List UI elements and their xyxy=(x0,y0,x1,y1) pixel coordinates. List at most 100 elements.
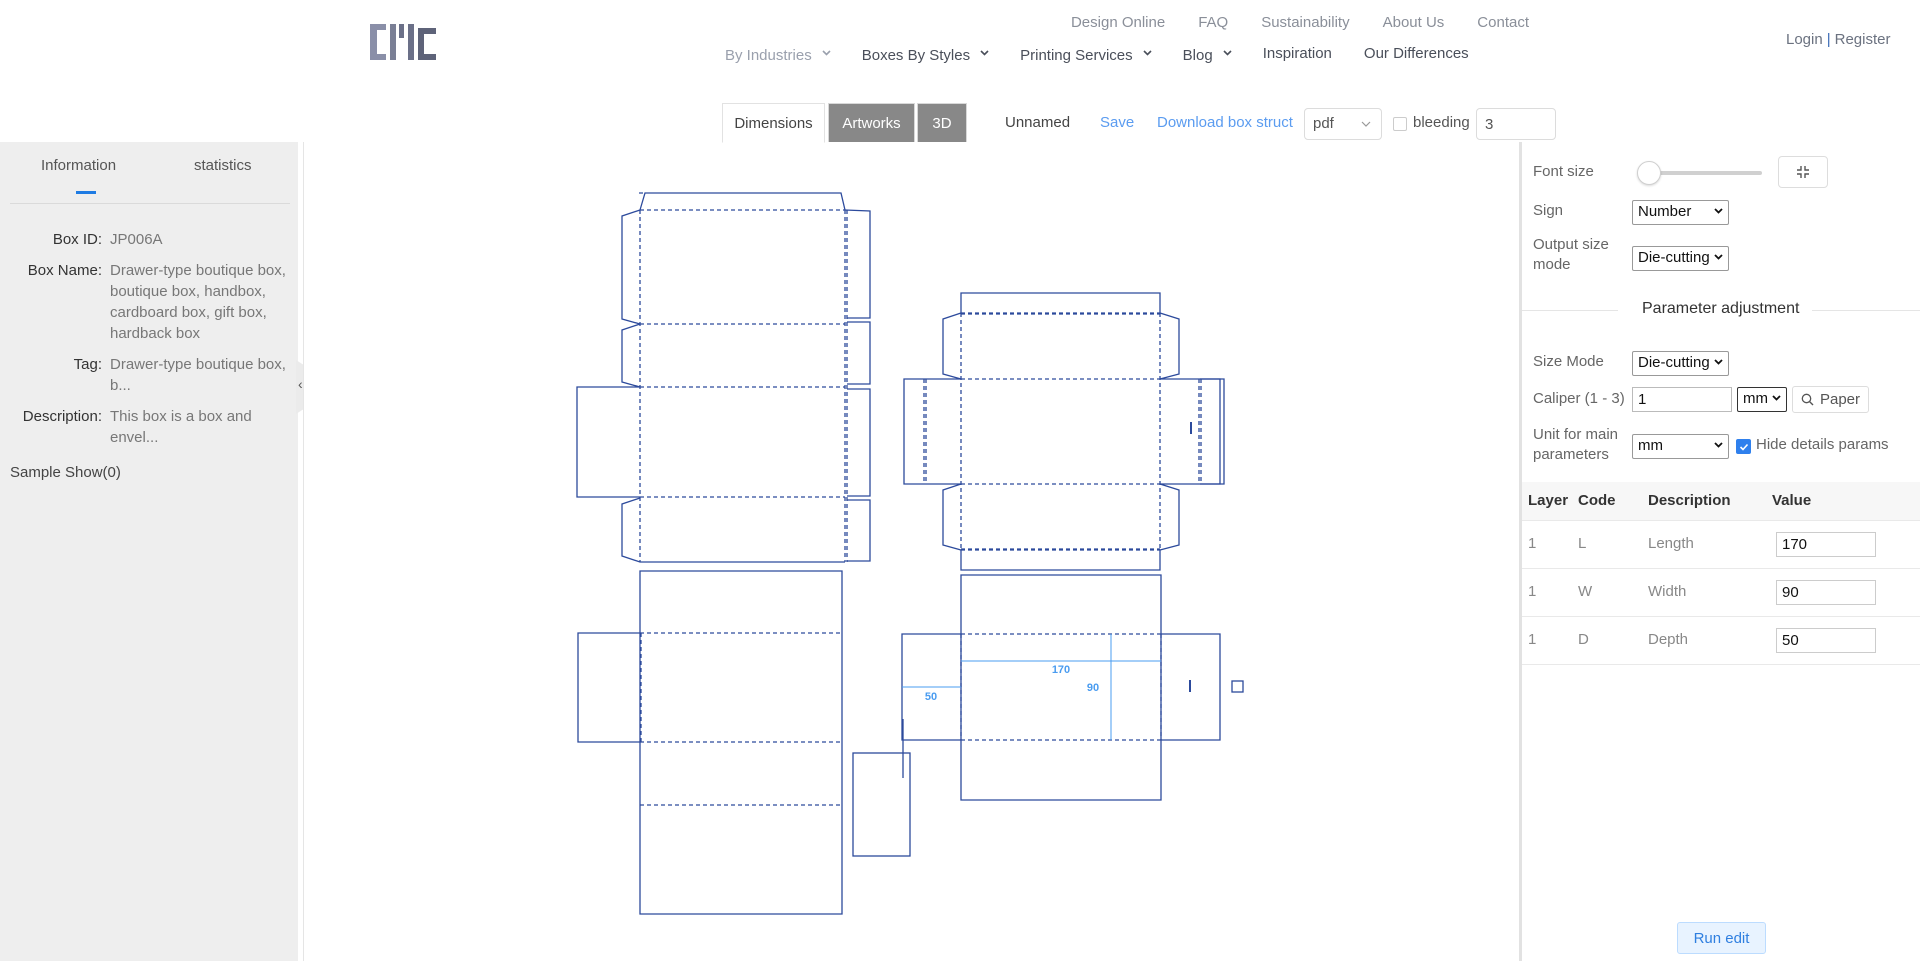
nav-by-industries[interactable]: By Industries xyxy=(725,47,831,64)
dieline-cover xyxy=(577,570,843,915)
nav-about-us[interactable]: About Us xyxy=(1383,14,1445,31)
run-edit-button[interactable]: Run edit xyxy=(1677,922,1766,954)
cell-description: Length xyxy=(1648,535,1694,552)
cell-code: L xyxy=(1578,535,1587,552)
cut-line xyxy=(960,292,1161,313)
cut-line xyxy=(942,483,962,551)
sample-show-link[interactable]: Sample Show(0) xyxy=(10,464,121,481)
paper-button-label: Paper xyxy=(1819,391,1861,408)
table-row: 1 W Width xyxy=(1522,569,1920,617)
chevron-down-icon xyxy=(822,49,831,58)
download-box-struct-link[interactable]: Download box struct xyxy=(1157,114,1293,131)
nav-boxes-by-styles[interactable]: Boxes By Styles xyxy=(861,47,989,64)
dim-label-length: 170 xyxy=(1052,664,1070,676)
cut-line xyxy=(847,499,871,562)
tab-statistics[interactable]: statistics xyxy=(194,157,252,174)
size-mode-value: Die-cutting xyxy=(1638,354,1710,371)
sign-select-value: Number xyxy=(1638,203,1692,220)
cut-line xyxy=(903,378,961,485)
tab-information[interactable]: Information xyxy=(41,157,116,174)
field-value: Drawer-type boutique box, boutique box, … xyxy=(110,262,286,342)
fold-lines xyxy=(960,633,1162,741)
sign-select[interactable]: Number xyxy=(1632,200,1729,225)
chevron-down-icon xyxy=(1714,254,1723,260)
chevron-down-icon xyxy=(1223,49,1232,58)
parameter-adjustment-header: Parameter adjustment xyxy=(1522,297,1920,323)
col-value: Value xyxy=(1772,492,1812,509)
field-label: Tag: xyxy=(73,356,102,373)
format-select-value: pdf xyxy=(1313,115,1334,132)
hide-details-checkbox[interactable] xyxy=(1736,439,1751,454)
caliper-input[interactable] xyxy=(1632,387,1732,412)
field-label: Description: xyxy=(22,408,102,425)
unit-main-params-select[interactable]: mm xyxy=(1632,434,1729,459)
project-name[interactable]: Unnamed xyxy=(1005,114,1070,131)
nav-contact[interactable]: Contact xyxy=(1477,14,1529,31)
format-select[interactable]: pdf xyxy=(1304,108,1382,140)
nav-blog[interactable]: Blog xyxy=(1182,47,1232,64)
nav-sustainability[interactable]: Sustainability xyxy=(1261,14,1349,31)
cell-description: Depth xyxy=(1648,631,1689,648)
caliper-unit-value: mm xyxy=(1743,390,1768,407)
caliper-unit-select[interactable]: mm xyxy=(1737,387,1787,412)
divider xyxy=(1812,310,1920,311)
editor-toolbar: Dimensions Artworks 3D Unnamed Save Down… xyxy=(0,103,1920,143)
caliper-label: Caliper (1 - 3) xyxy=(1533,390,1625,407)
nav-printing-services[interactable]: Printing Services xyxy=(1020,47,1152,64)
sidebar-tabs: Information statistics xyxy=(10,142,290,204)
main-nav: By Industries Boxes By Styles Printing S… xyxy=(725,45,1501,64)
tab-mark xyxy=(1231,680,1244,693)
bleeding-checkbox[interactable] xyxy=(1393,117,1407,131)
nav-our-differences[interactable]: Our Differences xyxy=(1364,45,1469,62)
nav-label: Boxes By Styles xyxy=(861,47,971,64)
cell-code: W xyxy=(1578,583,1593,600)
nav-label: Blog xyxy=(1182,47,1213,64)
cut-line xyxy=(1159,483,1180,551)
field-label: Box Name: xyxy=(27,262,102,279)
output-size-mode-value: Die-cutting xyxy=(1638,249,1710,266)
length-input[interactable] xyxy=(1776,532,1876,557)
login-link[interactable]: Login xyxy=(1786,31,1823,48)
cut-line xyxy=(577,632,640,743)
shrink-icon xyxy=(1797,166,1809,178)
parameter-panel: Font size Sign Number Output size mode D… xyxy=(1519,142,1920,961)
active-tab-indicator xyxy=(76,191,96,194)
nav-inspiration[interactable]: Inspiration xyxy=(1263,45,1332,62)
width-input[interactable] xyxy=(1776,580,1876,605)
chevron-down-icon xyxy=(1143,49,1152,58)
paper-search-button[interactable]: Paper xyxy=(1792,386,1869,413)
tab-dimensions[interactable]: Dimensions xyxy=(722,103,825,143)
slot-mark xyxy=(1190,422,1192,434)
logo[interactable] xyxy=(370,22,440,62)
bleeding-input[interactable] xyxy=(1476,108,1556,140)
nav-design-online[interactable]: Design Online xyxy=(1071,14,1165,31)
font-size-slider-handle[interactable] xyxy=(1637,161,1661,185)
collapse-view-button[interactable] xyxy=(1778,156,1828,188)
tab-3d[interactable]: 3D xyxy=(917,103,967,143)
cut-line xyxy=(847,388,871,497)
chevron-down-icon xyxy=(1772,395,1781,401)
fold-lines xyxy=(639,209,848,562)
chevron-down-icon xyxy=(1714,208,1723,214)
register-link[interactable]: Register xyxy=(1835,31,1891,48)
section-title: Parameter adjustment xyxy=(1642,300,1800,317)
font-size-slider[interactable] xyxy=(1647,171,1762,175)
cut-line xyxy=(960,550,1161,571)
chevron-down-icon xyxy=(1361,121,1371,127)
cut-line xyxy=(942,312,962,380)
parameter-table: Layer Code Description Value 1 L Length … xyxy=(1522,482,1920,665)
tab-artworks[interactable]: Artworks xyxy=(828,103,915,143)
nav-label: By Industries xyxy=(725,47,812,64)
nav-faq[interactable]: FAQ xyxy=(1198,14,1228,31)
dieline-canvas[interactable]: 170 90 50 xyxy=(303,142,1519,961)
cut-line xyxy=(621,497,845,563)
dieline-drawing[interactable]: 170 90 50 xyxy=(304,142,1520,961)
dieline-sleeve xyxy=(576,192,871,563)
nav-label: Our Differences xyxy=(1363,45,1469,62)
output-size-mode-select[interactable]: Die-cutting xyxy=(1632,246,1729,271)
cut-line xyxy=(639,192,846,211)
save-link[interactable]: Save xyxy=(1100,114,1134,131)
depth-input[interactable] xyxy=(1776,628,1876,653)
size-mode-select[interactable]: Die-cutting xyxy=(1632,351,1729,376)
hide-details-label: Hide details params xyxy=(1756,436,1889,453)
